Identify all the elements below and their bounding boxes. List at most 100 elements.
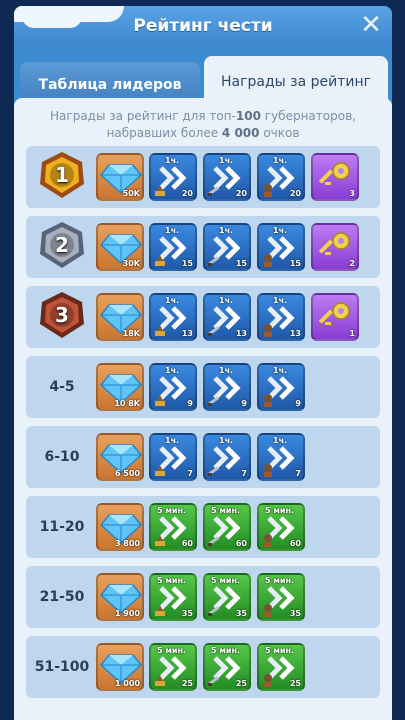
gems-reward[interactable]: 6 500: [96, 433, 144, 481]
key-quantity: 2: [349, 259, 355, 268]
speedup-training[interactable]: 1ч. 20: [203, 153, 251, 201]
speedup-duration: 1ч.: [165, 156, 180, 165]
research-icon: [264, 324, 272, 337]
speedup-quantity: 60: [181, 539, 193, 548]
speedup-research[interactable]: 1ч. 20: [257, 153, 305, 201]
speedup-duration: 5 мин.: [157, 576, 187, 585]
training-icon: [208, 326, 220, 336]
gold-badge-icon: 1: [36, 150, 88, 204]
rank-range: 51-100: [34, 659, 90, 675]
speedup-training[interactable]: 5 мин. 35: [203, 573, 251, 621]
speedup-duration: 5 мин.: [265, 576, 295, 585]
construction-icon: [155, 675, 165, 686]
intro-text: губернаторов,: [260, 109, 356, 123]
reward-row: 1 50K 1ч. 20 1ч. 20 1ч. 20 3: [26, 146, 380, 208]
research-icon: [264, 534, 272, 547]
key-icon: [319, 302, 350, 325]
speedup-construction[interactable]: 5 мин. 25: [149, 643, 197, 691]
construction-icon: [155, 325, 165, 336]
key-icon: [319, 162, 350, 185]
rank-range: 4-5: [49, 379, 75, 395]
snow-decoration: [14, 6, 124, 28]
speedup-construction[interactable]: 1ч. 15: [149, 223, 197, 271]
speedup-quantity: 20: [289, 189, 301, 198]
speedup-quantity: 35: [235, 609, 247, 618]
speedup-duration: 1ч.: [219, 156, 234, 165]
speedup-research[interactable]: 1ч. 15: [257, 223, 305, 271]
research-icon: [264, 604, 272, 617]
training-icon: [208, 676, 220, 686]
gems-amount: 30K: [122, 259, 140, 268]
key-reward[interactable]: 3: [311, 153, 359, 201]
key-reward[interactable]: 2: [311, 223, 359, 271]
speedup-training[interactable]: 5 мин. 60: [203, 503, 251, 551]
speedup-quantity: 13: [181, 329, 193, 338]
speedup-quantity: 25: [289, 679, 301, 688]
construction-icon: [155, 395, 165, 406]
rewards-description: Награды за рейтинг для топ-100 губернато…: [14, 108, 392, 142]
close-icon[interactable]: ✕: [360, 12, 382, 38]
intro-text: набравших более: [106, 126, 222, 140]
construction-icon: [155, 185, 165, 196]
gems-amount: 1 900: [114, 609, 140, 618]
training-icon: [208, 536, 220, 546]
gems-reward[interactable]: 18K: [96, 293, 144, 341]
key-icon: [319, 232, 350, 255]
speedup-training[interactable]: 1ч. 9: [203, 363, 251, 411]
speedup-research[interactable]: 5 мин. 25: [257, 643, 305, 691]
construction-icon: [155, 255, 165, 266]
speedup-construction[interactable]: 1ч. 13: [149, 293, 197, 341]
rank-number: 1: [55, 163, 69, 187]
speedup-duration: 5 мин.: [211, 576, 241, 585]
speedup-research[interactable]: 5 мин. 60: [257, 503, 305, 551]
reward-row: 4-5 10 8K 1ч. 9 1ч. 9 1ч. 9: [26, 356, 380, 418]
speedup-duration: 1ч.: [219, 366, 234, 375]
speedup-duration: 5 мин.: [211, 506, 241, 515]
gems-reward[interactable]: 10 8K: [96, 363, 144, 411]
gems-reward[interactable]: 30K: [96, 223, 144, 271]
speedup-duration: 1ч.: [273, 156, 288, 165]
speedup-training[interactable]: 1ч. 13: [203, 293, 251, 341]
speedup-quantity: 25: [181, 679, 193, 688]
speedup-research[interactable]: 1ч. 9: [257, 363, 305, 411]
speedup-research[interactable]: 1ч. 7: [257, 433, 305, 481]
key-reward[interactable]: 1: [311, 293, 359, 341]
silver-badge-icon: 2: [36, 220, 88, 274]
speedup-construction[interactable]: 5 мин. 60: [149, 503, 197, 551]
gems-amount: 6 500: [114, 469, 140, 478]
speedup-quantity: 9: [187, 399, 193, 408]
speedup-construction[interactable]: 1ч. 7: [149, 433, 197, 481]
speedup-quantity: 13: [235, 329, 247, 338]
gems-reward[interactable]: 1 000: [96, 643, 144, 691]
gems-reward[interactable]: 1 900: [96, 573, 144, 621]
speedup-training[interactable]: 1ч. 7: [203, 433, 251, 481]
speedup-duration: 5 мин.: [157, 646, 187, 655]
research-icon: [264, 254, 272, 267]
speedup-quantity: 13: [289, 329, 301, 338]
gems-reward[interactable]: 3 800: [96, 503, 144, 551]
speedup-duration: 1ч.: [273, 436, 288, 445]
training-icon: [208, 186, 220, 196]
speedup-duration: 5 мин.: [211, 646, 241, 655]
rank-cell: 11-20: [34, 503, 90, 551]
speedup-training[interactable]: 1ч. 15: [203, 223, 251, 271]
rank-cell: 3: [34, 292, 90, 341]
rank-cell: 2: [34, 220, 90, 274]
reward-row: 11-20 3 800 5 мин. 60 5 мин. 60 5 мин. 60: [26, 496, 380, 558]
research-icon: [264, 464, 272, 477]
speedup-quantity: 35: [289, 609, 301, 618]
speedup-construction[interactable]: 5 мин. 35: [149, 573, 197, 621]
key-quantity: 1: [349, 329, 355, 338]
reward-row: 51-100 1 000 5 мин. 25 5 мин. 25 5 мин. 25: [26, 636, 380, 698]
speedup-research[interactable]: 1ч. 13: [257, 293, 305, 341]
speedup-quantity: 25: [235, 679, 247, 688]
speedup-quantity: 15: [235, 259, 247, 268]
speedup-research[interactable]: 5 мин. 35: [257, 573, 305, 621]
speedup-construction[interactable]: 1ч. 20: [149, 153, 197, 201]
speedup-quantity: 15: [289, 259, 301, 268]
construction-icon: [155, 605, 165, 616]
speedup-construction[interactable]: 1ч. 9: [149, 363, 197, 411]
key-quantity: 3: [349, 189, 355, 198]
gems-reward[interactable]: 50K: [96, 153, 144, 201]
speedup-training[interactable]: 5 мин. 25: [203, 643, 251, 691]
